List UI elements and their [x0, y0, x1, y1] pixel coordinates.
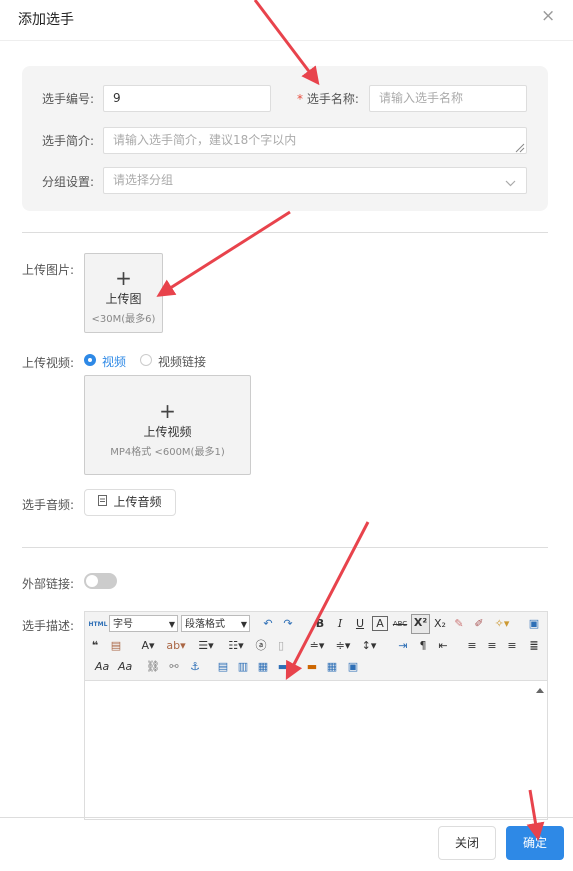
arrow-to-image-upload: [156, 210, 291, 297]
arrow-to-image-center: [285, 521, 370, 680]
arrow-to-name-field: [253, 0, 320, 86]
annotation-arrows-overlay: [156, 0, 545, 841]
arrow-to-confirm: [526, 789, 545, 841]
